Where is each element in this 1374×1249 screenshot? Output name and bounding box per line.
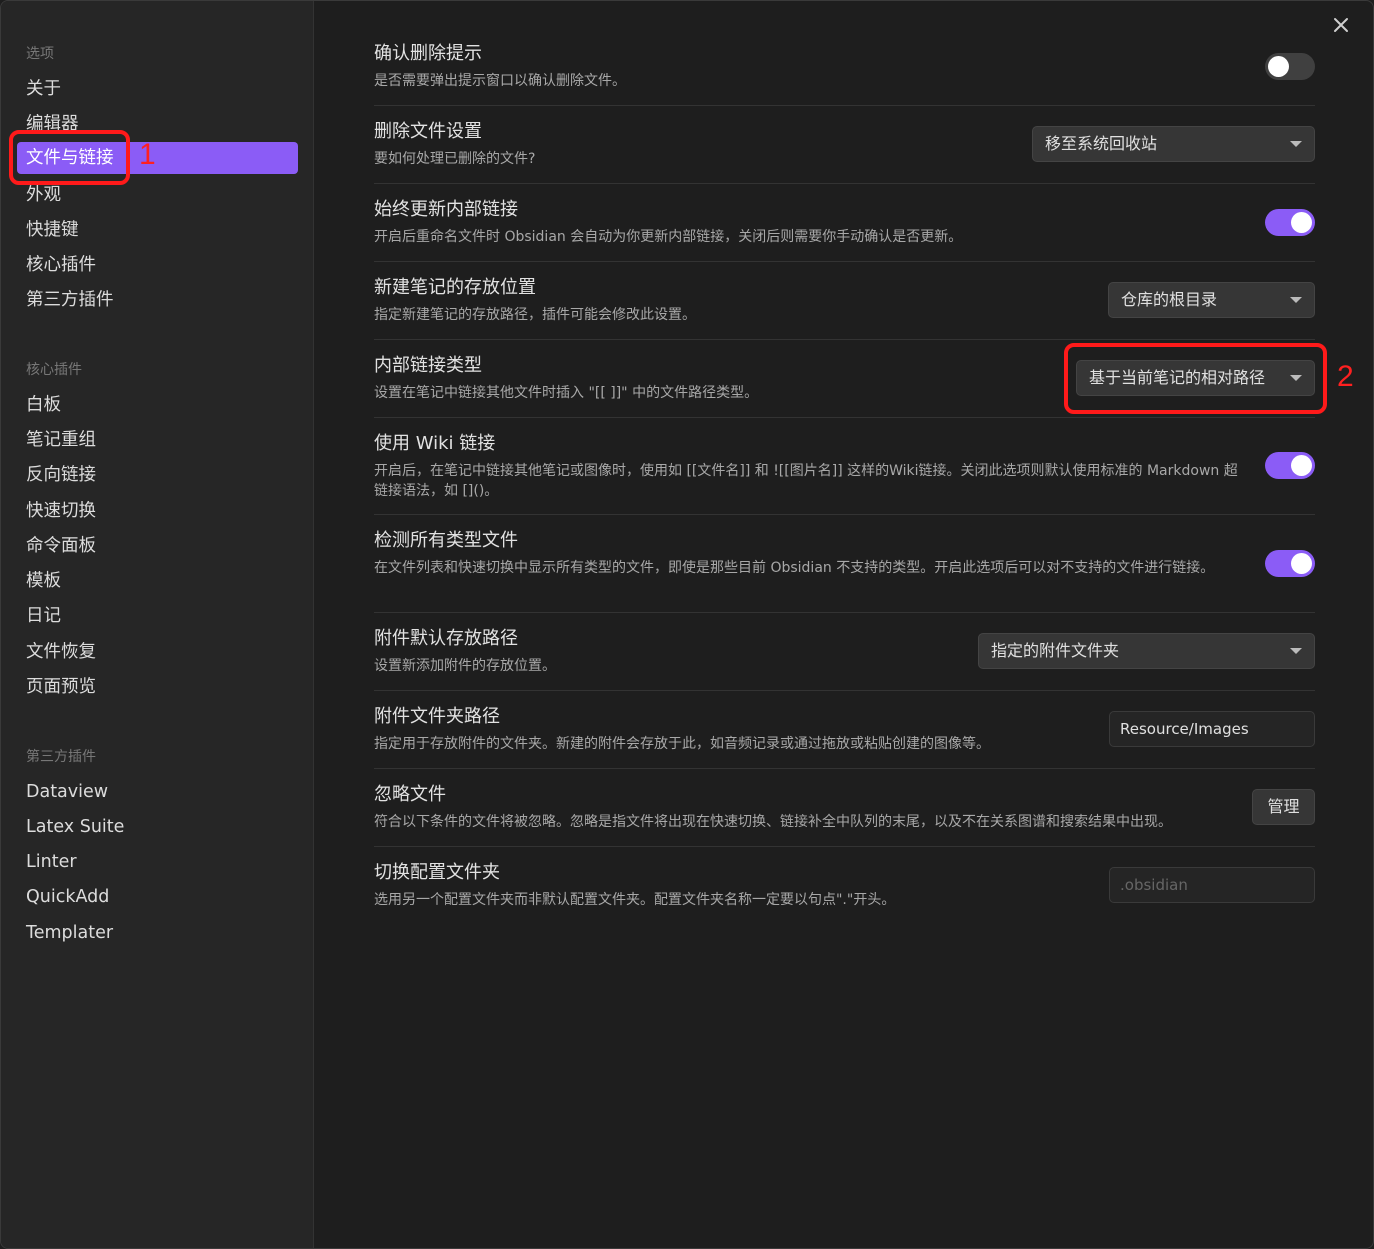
setting-detect-all-files: 检测所有类型文件 在文件列表和快速切换中显示所有类型的文件，即使是那些目前 Ob… [374,514,1315,613]
setting-title: 切换配置文件夹 [374,862,500,883]
chevron-down-icon [1290,141,1302,147]
setting-attachment-location: 附件默认存放路径 设置新添加附件的存放位置。 指定的附件文件夹 [374,612,1315,691]
setting-description: 在文件列表和快速切换中显示所有类型的文件，即使是那些目前 Obsidian 不支… [374,560,1215,576]
setting-title: 附件默认存放路径 [374,628,518,649]
sidebar-item-editor[interactable]: 编辑器 [26,113,79,135]
sidebar-item-linter[interactable]: Linter [26,851,77,873]
setting-description: 符合以下条件的文件将被忽略。忽略是指文件将出现在快速切换、链接补全中队列的末尾，… [374,814,1172,830]
chevron-down-icon [1290,297,1302,303]
setting-title: 确认删除提示 [374,43,482,64]
manage-button[interactable]: 管理 [1252,789,1315,825]
sidebar-item-appearance[interactable]: 外观 [26,184,61,206]
setting-config-folder: 切换配置文件夹 选用另一个配置文件夹而非默认配置文件夹。配置文件夹名称一定要以句… [374,846,1315,924]
sidebar-item-canvas[interactable]: 白板 [26,394,61,416]
setting-description: 是否需要弹出提示窗口以确认删除文件。 [374,73,626,89]
sidebar-item-daily-notes[interactable]: 日记 [26,605,61,627]
sidebar-item-hotkeys[interactable]: 快捷键 [26,219,79,241]
sidebar-item-core-plugins[interactable]: 核心插件 [26,254,96,276]
setting-title: 删除文件设置 [374,121,482,142]
sidebar-heading-third-party: 第三方插件 [26,749,96,765]
sidebar-item-files-links-label: 文件与链接 [26,148,114,168]
detect-all-files-toggle[interactable] [1265,550,1315,577]
setting-title: 使用 Wiki 链接 [374,433,496,454]
auto-update-links-toggle[interactable] [1265,209,1315,236]
wiki-links-toggle[interactable] [1265,452,1315,479]
attachment-folder-input[interactable]: Resource/Images [1109,711,1315,747]
chevron-down-icon [1290,648,1302,654]
sidebar-item-page-preview[interactable]: 页面预览 [26,676,96,698]
dropdown-value: 指定的附件文件夹 [991,641,1120,660]
setting-confirm-delete: 确认删除提示 是否需要弹出提示窗口以确认删除文件。 [374,31,1315,106]
setting-wiki-links: 使用 Wiki 链接 开启后，在笔记中链接其他笔记或图像时，使用如 [[文件名]… [374,417,1315,515]
sidebar-item-templates[interactable]: 模板 [26,570,61,592]
sidebar-item-quickadd[interactable]: QuickAdd [26,886,109,908]
dropdown-value: 基于当前笔记的相对路径 [1089,368,1266,387]
setting-title: 检测所有类型文件 [374,530,518,551]
setting-title: 忽略文件 [374,784,446,805]
sidebar-heading-core: 核心插件 [26,362,82,378]
settings-sidebar: 选项 关于 编辑器 文件与链接 外观 快捷键 核心插件 第三方插件 核心插件 白… [1,1,314,1248]
sidebar-item-latex-suite[interactable]: Latex Suite [26,816,124,838]
chevron-down-icon [1290,375,1302,381]
setting-title: 新建笔记的存放位置 [374,277,536,298]
setting-ignore-files: 忽略文件 符合以下条件的文件将被忽略。忽略是指文件将出现在快速切换、链接补全中队… [374,768,1315,847]
setting-link-type: 内部链接类型 设置在笔记中链接其他文件时插入 "[[ ]]" 中的文件路径类型。… [374,339,1315,418]
annotation-number-2: 2 [1337,360,1354,393]
setting-title: 内部链接类型 [374,355,482,376]
setting-attachment-folder: 附件文件夹路径 指定用于存放附件的文件夹。新建的附件会存放于此，如音频记录或通过… [374,690,1315,769]
dropdown-value: 仓库的根目录 [1121,290,1218,309]
setting-title: 始终更新内部链接 [374,199,518,220]
delete-files-dropdown[interactable]: 移至系统回收站 [1032,126,1315,162]
sidebar-item-dataview[interactable]: Dataview [26,781,108,803]
sidebar-item-command-palette[interactable]: 命令面板 [26,535,96,557]
sidebar-item-templater[interactable]: Templater [26,922,113,944]
settings-content: 确认删除提示 是否需要弹出提示窗口以确认删除文件。 删除文件设置 要如何处理已删… [314,1,1373,1248]
sidebar-heading-options: 选项 [26,46,54,62]
sidebar-item-file-recovery[interactable]: 文件恢复 [26,641,96,663]
attachment-location-dropdown[interactable]: 指定的附件文件夹 [978,633,1315,669]
setting-auto-update-links: 始终更新内部链接 开启后重命名文件时 Obsidian 会自动为你更新内部链接，… [374,183,1315,262]
dropdown-value: 移至系统回收站 [1045,134,1158,153]
setting-description: 开启后，在笔记中链接其他笔记或图像时，使用如 [[文件名]] 和 ![[图片名]… [374,463,1238,499]
setting-new-note-location: 新建笔记的存放位置 指定新建笔记的存放路径，插件可能会修改此设置。 仓库的根目录 [374,261,1315,340]
sidebar-item-backlinks[interactable]: 反向链接 [26,464,96,486]
setting-delete-files: 删除文件设置 要如何处理已删除的文件? 移至系统回收站 [374,105,1315,184]
annotation-number-1: 1 [139,138,156,171]
sidebar-item-quick-switcher[interactable]: 快速切换 [26,500,96,522]
settings-window: 选项 关于 编辑器 文件与链接 外观 快捷键 核心插件 第三方插件 核心插件 白… [0,0,1374,1249]
confirm-delete-toggle[interactable] [1265,53,1315,80]
setting-description: 开启后重命名文件时 Obsidian 会自动为你更新内部链接，关闭后则需要你手动… [374,229,963,245]
sidebar-item-community-plugins[interactable]: 第三方插件 [26,289,114,311]
link-type-dropdown[interactable]: 基于当前笔记的相对路径 [1076,360,1315,396]
config-folder-input[interactable]: .obsidian [1109,867,1315,903]
new-note-location-dropdown[interactable]: 仓库的根目录 [1108,282,1315,318]
setting-title: 附件文件夹路径 [374,706,500,727]
sidebar-item-about[interactable]: 关于 [26,78,61,100]
sidebar-item-note-composer[interactable]: 笔记重组 [26,429,96,451]
